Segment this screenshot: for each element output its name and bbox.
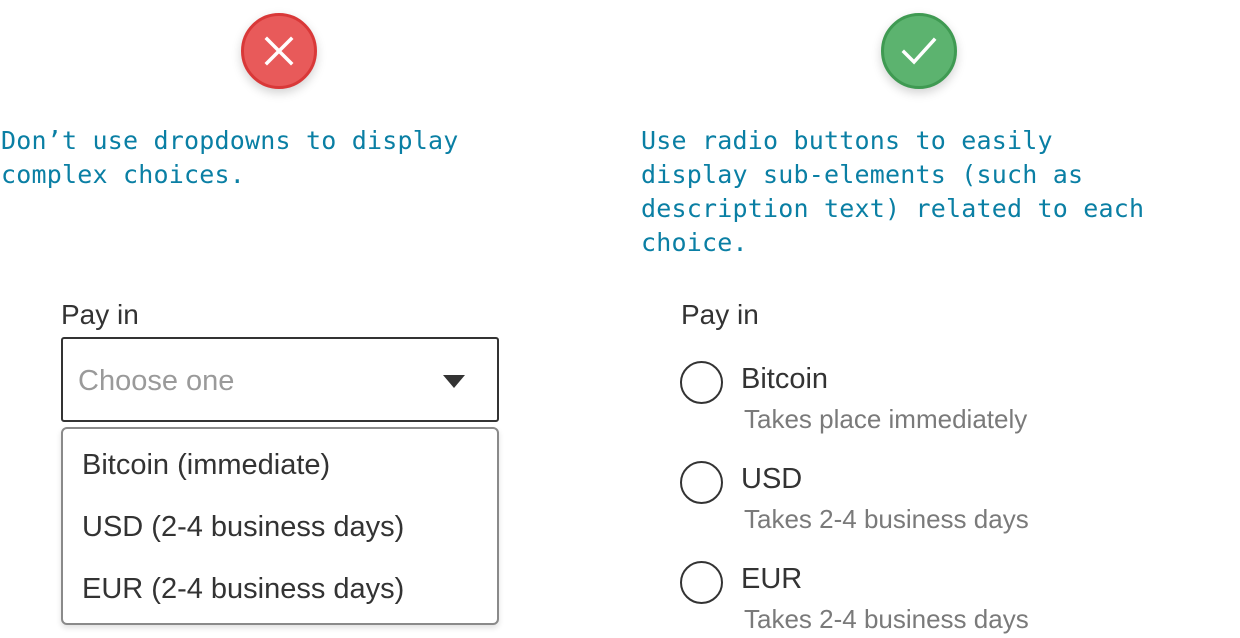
- dont-badge: [241, 13, 317, 89]
- caret-down-icon: [443, 375, 465, 388]
- dont-caption: Don’t use dropdowns to display complex c…: [1, 126, 459, 189]
- do-field-label: Pay in: [681, 299, 759, 330]
- x-icon: [264, 36, 294, 66]
- radio-description: Takes 2-4 business days: [744, 604, 1029, 634]
- do-caption: Use radio buttons to easily display sub-…: [641, 126, 1145, 257]
- dropdown-menu: Bitcoin (immediate) USD (2-4 business da…: [61, 427, 499, 625]
- dropdown-option-bitcoin[interactable]: Bitcoin (immediate): [82, 449, 330, 482]
- dont-field-label: Pay in: [61, 299, 139, 330]
- radio-description: Takes place immediately: [744, 404, 1028, 434]
- radio-label: Bitcoin: [741, 363, 829, 395]
- dropdown-option-usd[interactable]: USD (2-4 business days): [82, 511, 404, 544]
- radio-button[interactable]: [680, 461, 723, 504]
- radio-label: USD: [741, 463, 803, 495]
- radio-button[interactable]: [680, 361, 723, 404]
- dropdown-placeholder: Choose one: [78, 365, 235, 397]
- radio-button[interactable]: [680, 561, 723, 604]
- checkmark-icon: [901, 37, 937, 65]
- pay-in-dropdown[interactable]: Choose one: [61, 337, 499, 422]
- dropdown-option-eur[interactable]: EUR (2-4 business days): [82, 573, 404, 606]
- do-badge: [881, 13, 957, 89]
- radio-description: Takes 2-4 business days: [744, 504, 1029, 534]
- radio-label: EUR: [741, 563, 803, 595]
